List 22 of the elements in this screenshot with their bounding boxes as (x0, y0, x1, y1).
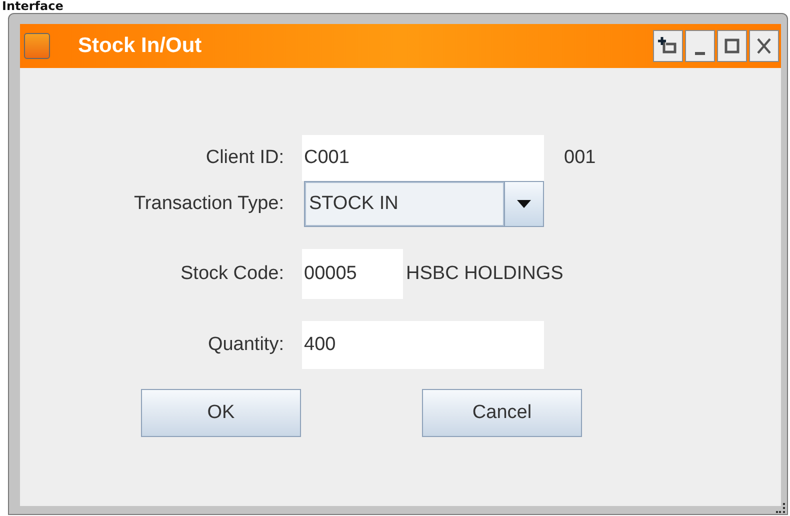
field-label: Stock Code: (180, 263, 285, 285)
field-label: Client ID: (204, 147, 285, 169)
field-label: Quantity: (206, 334, 285, 356)
field-label: Transaction Type: (133, 193, 285, 215)
dropdown-arrow-icon (517, 200, 531, 208)
input-field[interactable]: C001 (302, 135, 544, 181)
input-field[interactable]: 00005 (302, 249, 403, 299)
field-note: 001 (564, 147, 596, 169)
minimize-icon (695, 52, 705, 54)
page-caption: Interface (1, 0, 64, 13)
stock-name: HSBC HOLDINGS (406, 263, 564, 285)
maximize-button[interactable] (717, 30, 747, 62)
cancel-button[interactable]: Cancel (422, 389, 582, 437)
transaction-type-dropdown[interactable]: STOCK IN (304, 181, 544, 227)
ok-button[interactable]: OK (141, 389, 301, 437)
resize-grip-icon[interactable] (776, 503, 786, 513)
close-button[interactable] (749, 30, 779, 62)
pin-window-button[interactable] (653, 30, 683, 62)
minimize-button[interactable] (685, 30, 715, 62)
window-icon (24, 33, 50, 59)
window-title: Stock In/Out (78, 34, 202, 58)
input-field[interactable]: 400 (302, 321, 544, 369)
